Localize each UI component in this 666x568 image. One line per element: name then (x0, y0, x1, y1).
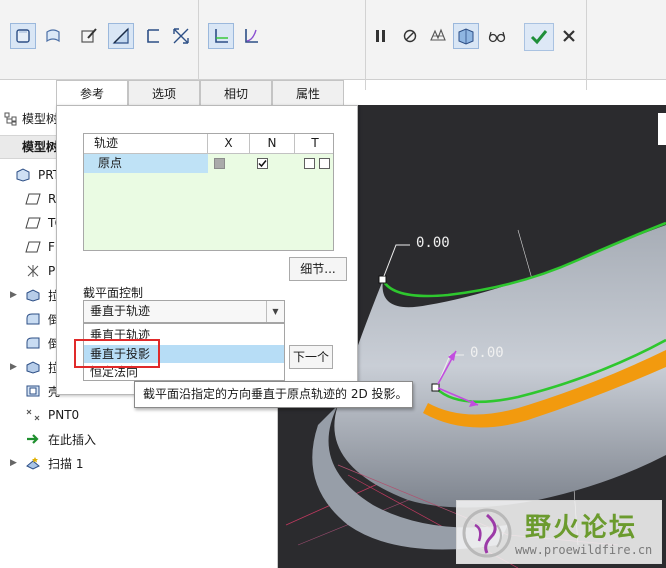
close-icon (563, 30, 575, 42)
t-checkbox-second[interactable] (319, 158, 330, 169)
chevron-down-icon[interactable]: ▼ (266, 301, 284, 322)
forum-watermark: 野火论坛 www.proewildfire.cn (456, 500, 662, 564)
datum-plane-icon (24, 191, 42, 207)
tree-title: 模型树 (4, 110, 58, 127)
insert-here-icon (24, 431, 42, 447)
checkmark-icon (258, 160, 267, 168)
trajectory-table: 轨迹 X N T 原点 (83, 133, 334, 251)
tab-tangency[interactable]: 相切 (200, 80, 272, 105)
tree-item-insert-here[interactable]: 在此插入 (0, 427, 277, 451)
option-tooltip: 截平面沿指定的方向垂直于原点轨迹的 2D 投影。 (134, 381, 413, 408)
mesh-preview-icon (430, 28, 446, 41)
surface-sweep-button[interactable] (40, 23, 66, 49)
sketch-pencil-icon (81, 28, 97, 43)
expand-arrow-icon[interactable]: ▶ (10, 458, 20, 468)
round-icon (24, 311, 42, 327)
preview-mesh-button[interactable] (425, 23, 451, 49)
glasses-icon (488, 31, 506, 43)
check-icon (530, 30, 548, 45)
column-x: X (208, 134, 250, 154)
round-icon (24, 335, 42, 351)
x-checkbox[interactable] (214, 158, 225, 169)
thicken-button[interactable] (140, 23, 166, 49)
tree-item-label: 在此插入 (48, 432, 97, 447)
n-checkbox[interactable] (257, 158, 268, 169)
trajectory-name[interactable]: 原点 (84, 154, 208, 173)
tab-options[interactable]: 选项 (128, 80, 200, 105)
constant-section-button[interactable] (208, 23, 234, 49)
ok-button[interactable] (524, 23, 554, 51)
thicken-icon (147, 29, 159, 43)
preview-shaded-button[interactable] (453, 23, 479, 49)
column-t: T (311, 136, 319, 150)
next-button[interactable]: 下一个 (289, 345, 333, 369)
tree-item-sweep[interactable]: ▶ 扫描 1 (0, 451, 277, 475)
remove-material-icon (112, 27, 129, 44)
flip-arrows-icon (173, 28, 189, 44)
highlight-box (74, 339, 160, 368)
t-checkbox[interactable] (304, 158, 315, 169)
csys-icon (24, 263, 42, 279)
details-button[interactable]: 细节... (289, 257, 347, 281)
variable-section-icon (245, 29, 258, 43)
pause-icon (376, 30, 385, 42)
tab-references[interactable]: 参考 (56, 80, 128, 106)
variable-section-button[interactable] (238, 23, 264, 49)
dimension-label[interactable]: 0.00 (416, 235, 450, 251)
section-plane-control-select[interactable]: 垂直于轨迹 ▼ (83, 300, 285, 323)
cancel-button[interactable] (556, 23, 582, 49)
combo-value: 垂直于轨迹 (90, 304, 151, 318)
solid-sweep-button[interactable] (10, 23, 36, 49)
sweep-icon (24, 455, 42, 471)
datum-point-icon (24, 407, 42, 423)
dashboard-tabs: 参考 选项 相切 属性 (56, 80, 344, 106)
model-tree-icon (4, 112, 17, 125)
remove-material-button[interactable] (108, 23, 134, 49)
datum-plane-icon (24, 215, 42, 231)
part-icon (14, 167, 32, 183)
shaded-preview-icon (458, 28, 474, 45)
sketch-section-button[interactable] (76, 23, 102, 49)
flip-direction-button[interactable] (168, 23, 194, 49)
section-plane-control-label: 截平面控制 (83, 286, 144, 300)
pause-button[interactable] (368, 23, 394, 49)
datum-plane-icon (24, 239, 42, 255)
expand-arrow-icon[interactable]: ▶ (10, 362, 20, 372)
tab-properties[interactable]: 属性 (272, 80, 344, 105)
no-preview-button[interactable] (397, 23, 423, 49)
verify-glasses-button[interactable] (484, 23, 510, 49)
viewport-edge-marker (658, 113, 666, 145)
column-n: N (250, 134, 295, 154)
dashboard-ribbon (0, 0, 666, 90)
tree-item-label: PNT0 (48, 408, 80, 422)
constant-section-icon (215, 29, 228, 43)
table-row[interactable]: 原点 (84, 154, 333, 173)
shell-icon (24, 383, 42, 399)
no-preview-icon (403, 29, 417, 43)
watermark-url: www.proewildfire.cn (515, 543, 653, 557)
column-trajectory: 轨迹 (84, 134, 208, 154)
tree-title-label: 模型树 (22, 112, 59, 126)
surface-icon (46, 29, 60, 43)
wildfire-logo-icon (462, 508, 512, 558)
table-header: 轨迹 X N T (84, 134, 333, 154)
solid-icon (16, 29, 30, 43)
extrude-icon (24, 287, 42, 303)
tree-item-label: 扫描 1 (48, 456, 84, 471)
extrude-icon (24, 359, 42, 375)
dimension-label[interactable]: 0.00 (470, 345, 504, 361)
expand-arrow-icon[interactable]: ▶ (10, 290, 20, 300)
watermark-title: 野火论坛 (525, 513, 638, 543)
